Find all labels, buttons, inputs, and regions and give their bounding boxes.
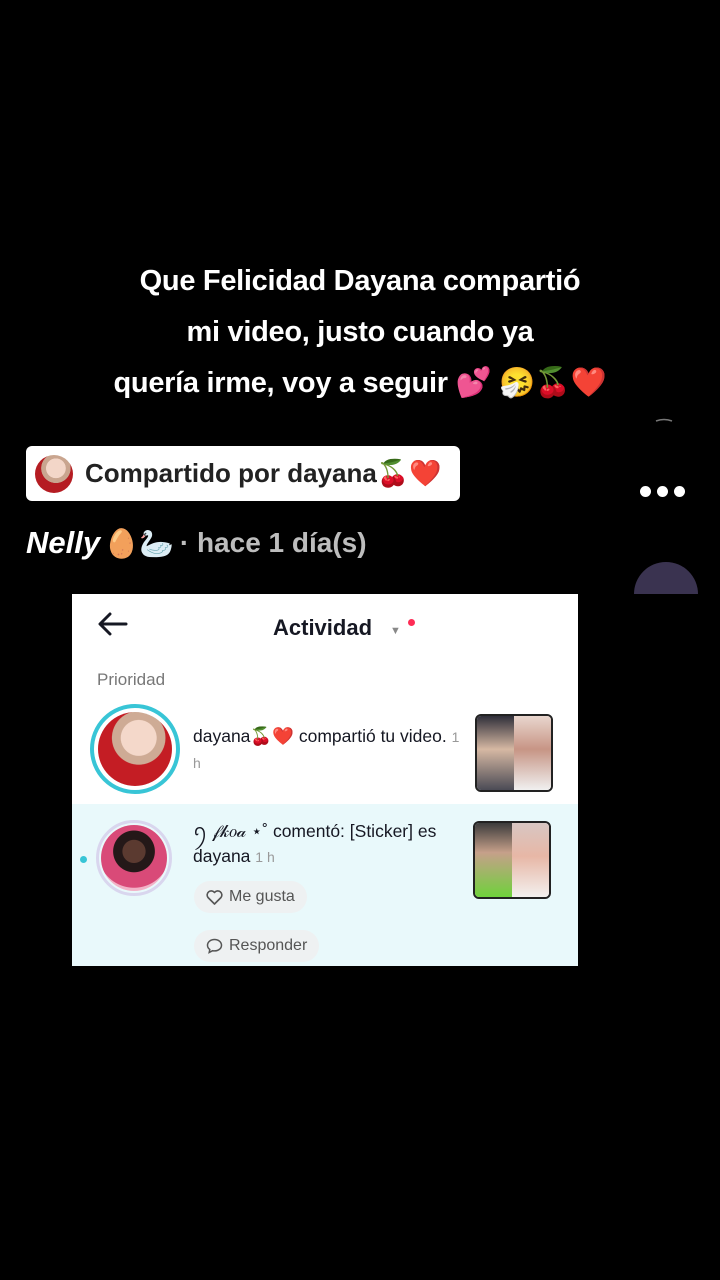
caption-line-2: mi video, justo cuando ya <box>186 316 534 348</box>
profile-avatar-partial[interactable] <box>634 562 698 594</box>
caption-line-3: quería irme, voy a seguir 💕 🤧🍒❤️ <box>113 367 607 399</box>
like-label: Me gusta <box>229 888 295 905</box>
user-avatar <box>90 704 180 794</box>
notification-dot <box>408 619 415 626</box>
video-thumbnail <box>473 821 551 899</box>
author-name[interactable]: Nelly <box>26 525 100 561</box>
caption-line-1: Que Felicidad Dayana compartió <box>139 265 581 297</box>
decoration-mark <box>655 418 673 422</box>
notification-action: compartió tu video. <box>298 726 447 746</box>
heart-outline-icon <box>206 889 223 905</box>
sharer-avatar <box>35 454 73 493</box>
more-dots-icon[interactable] <box>640 486 688 500</box>
comment-bubble-icon <box>206 938 223 954</box>
author-emoji: 🥚🦢 <box>104 527 174 559</box>
post-time: · hace 1 día(s) <box>179 527 367 558</box>
notification-text: ꪆ 𝒻𝓀𝑜𝒶 ⋆˚ comentó: [Sticker] es dayana 1… <box>193 819 463 870</box>
notification-user: ꪆ 𝒻𝓀𝑜𝒶 ⋆˚ <box>193 821 269 841</box>
reply-label: Responder <box>229 937 308 954</box>
notification-row: ꪆ 𝒻𝓀𝑜𝒶 ⋆˚ comentó: [Sticker] es dayana 1… <box>72 804 578 966</box>
video-caption: Que Felicidad Dayana compartió mi video,… <box>40 256 680 409</box>
chevron-down-icon: ▼ <box>390 625 401 637</box>
activity-title: Actividad <box>273 615 373 640</box>
section-label: Prioridad <box>97 670 166 689</box>
back-arrow-icon <box>98 612 128 636</box>
shared-by-banner[interactable]: Compartido por dayana🍒❤️ <box>26 446 460 501</box>
unread-dot <box>80 856 87 863</box>
notification-time: 1 h <box>255 849 275 865</box>
like-button: Me gusta <box>194 881 307 913</box>
notification-row: dayana🍒❤️ compartió tu video. 1 h <box>72 702 578 802</box>
author-line: Nelly 🥚🦢 · hace 1 día(s) <box>26 520 367 566</box>
activity-screenshot: Actividad ▼ Prioridad dayana🍒❤️ comparti… <box>72 594 578 966</box>
notification-text: dayana🍒❤️ compartió tu video. 1 h <box>193 724 463 776</box>
shared-by-label: Compartido por dayana🍒❤️ <box>85 458 442 488</box>
reply-button: Responder <box>194 930 320 962</box>
notification-user: dayana🍒❤️ <box>193 726 294 746</box>
user-avatar <box>96 820 172 896</box>
video-thumbnail <box>475 714 553 792</box>
